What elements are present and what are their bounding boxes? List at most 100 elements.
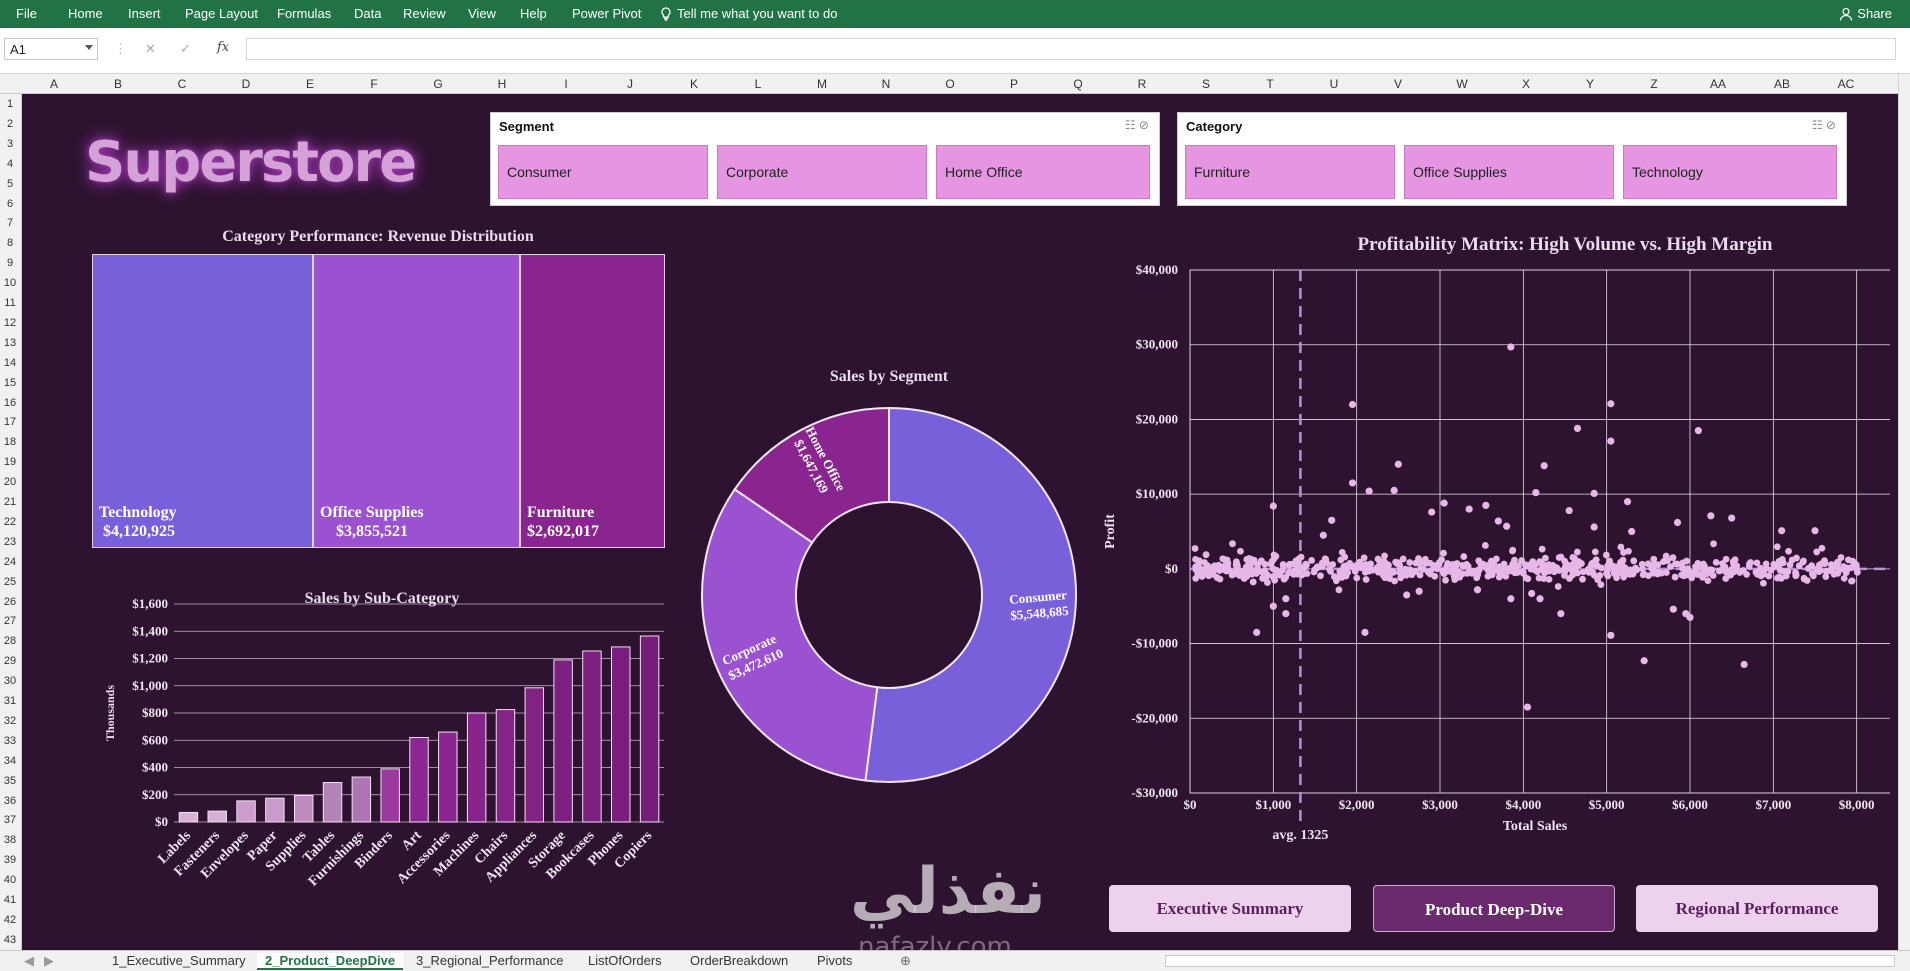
row-header[interactable]: 8 [0, 237, 20, 249]
column-header[interactable]: AA [1686, 77, 1750, 91]
column-header[interactable]: B [86, 77, 150, 91]
tab-home[interactable]: Home [68, 6, 103, 21]
column-header[interactable]: Y [1558, 77, 1622, 91]
column-header[interactable]: P [982, 77, 1046, 91]
column-header[interactable]: R [1110, 77, 1174, 91]
sheet-tab-executive-summary[interactable]: 1_Executive_Summary [112, 953, 246, 968]
row-header[interactable]: 18 [0, 436, 20, 448]
row-header[interactable]: 38 [0, 834, 20, 846]
column-header[interactable]: D [214, 77, 278, 91]
row-header[interactable]: 6 [0, 198, 20, 210]
tab-page-layout[interactable]: Page Layout [185, 6, 258, 21]
row-header[interactable]: 15 [0, 377, 20, 389]
enter-icon[interactable]: ✓ [180, 41, 191, 57]
column-header[interactable]: AB [1750, 77, 1814, 91]
sheet-tab-list-of-orders[interactable]: ListOfOrders [588, 953, 662, 968]
row-header[interactable]: 31 [0, 695, 20, 707]
tab-power-pivot[interactable]: Power Pivot [572, 6, 641, 21]
column-header[interactable]: A [22, 77, 86, 91]
slicer-item-office-supplies[interactable]: Office Supplies [1404, 145, 1614, 199]
row-header[interactable]: 27 [0, 615, 20, 627]
slicer-multiselect-icon[interactable]: ☷ ⊘ [1812, 118, 1836, 132]
row-header[interactable]: 40 [0, 874, 20, 886]
row-header[interactable]: 1 [0, 98, 20, 110]
column-header[interactable]: C [150, 77, 214, 91]
chevron-down-icon[interactable] [85, 45, 93, 50]
row-header[interactable]: 43 [0, 934, 20, 946]
row-header[interactable]: 11 [0, 297, 20, 309]
sheet-tab-order-breakdown[interactable]: OrderBreakdown [690, 953, 788, 968]
treemap-tile-office-supplies[interactable]: Office Supplies $3,855,521 [313, 254, 520, 548]
sheet-tab-regional-performance[interactable]: 3_Regional_Performance [416, 953, 563, 968]
share-button[interactable]: Share [1839, 6, 1892, 21]
row-header[interactable]: 17 [0, 416, 20, 428]
formula-input[interactable] [246, 38, 1896, 60]
row-header[interactable]: 21 [0, 496, 20, 508]
column-header[interactable]: AC [1814, 77, 1878, 91]
row-header[interactable]: 13 [0, 337, 20, 349]
tab-insert[interactable]: Insert [128, 6, 161, 21]
column-header[interactable]: J [598, 77, 662, 91]
row-header[interactable]: 32 [0, 715, 20, 727]
row-header[interactable]: 4 [0, 158, 20, 170]
cancel-icon[interactable]: ✕ [145, 41, 156, 57]
row-header[interactable]: 19 [0, 456, 20, 468]
column-header[interactable]: X [1494, 77, 1558, 91]
row-header[interactable]: 30 [0, 675, 20, 687]
nav-regional-performance-button[interactable]: Regional Performance [1636, 885, 1878, 932]
row-header[interactable]: 7 [0, 217, 20, 229]
nav-product-deep-dive-button[interactable]: Product Deep-Dive [1373, 885, 1615, 932]
row-header[interactable]: 36 [0, 795, 20, 807]
column-header[interactable]: F [342, 77, 406, 91]
row-header[interactable]: 3 [0, 138, 20, 150]
row-header[interactable]: 28 [0, 635, 20, 647]
row-header[interactable]: 33 [0, 735, 20, 747]
column-header[interactable]: N [854, 77, 918, 91]
tab-data[interactable]: Data [354, 6, 381, 21]
row-header[interactable]: 12 [0, 317, 20, 329]
treemap-tile-technology[interactable]: Technology $4,120,925 [92, 254, 313, 548]
row-header[interactable]: 20 [0, 476, 20, 488]
tab-review[interactable]: Review [403, 6, 446, 21]
column-header[interactable]: S [1174, 77, 1238, 91]
row-header[interactable]: 35 [0, 775, 20, 787]
horizontal-scrollbar[interactable] [1165, 955, 1895, 967]
tell-me-search[interactable]: Tell me what you want to do [660, 6, 837, 21]
insert-function-icon[interactable]: fx [217, 40, 229, 55]
tab-help[interactable]: Help [520, 6, 547, 21]
row-header[interactable]: 37 [0, 814, 20, 826]
column-header[interactable]: G [406, 77, 470, 91]
scroll-right-icon[interactable]: ▶ [44, 953, 54, 969]
row-header[interactable]: 14 [0, 357, 20, 369]
row-header[interactable]: 39 [0, 854, 20, 866]
column-header[interactable]: I [534, 77, 598, 91]
row-header[interactable]: 34 [0, 755, 20, 767]
column-header[interactable]: L [726, 77, 790, 91]
scroll-left-icon[interactable]: ◀ [24, 953, 34, 969]
column-header[interactable]: V [1366, 77, 1430, 91]
column-header[interactable]: T [1238, 77, 1302, 91]
row-header[interactable]: 29 [0, 655, 20, 667]
sheet-tab-product-deep-dive[interactable]: 2_Product_DeepDive [257, 953, 404, 970]
slicer-item-home-office[interactable]: Home Office [936, 145, 1150, 199]
column-header[interactable]: U [1302, 77, 1366, 91]
tab-formulas[interactable]: Formulas [277, 6, 331, 21]
row-header[interactable]: 42 [0, 914, 20, 926]
column-header[interactable]: Q [1046, 77, 1110, 91]
row-header[interactable]: 16 [0, 397, 20, 409]
column-header[interactable]: Z [1622, 77, 1686, 91]
row-header[interactable]: 5 [0, 178, 20, 190]
vertical-scrollbar[interactable] [1898, 74, 1910, 950]
row-header[interactable]: 10 [0, 277, 20, 289]
add-sheet-icon[interactable]: ⊕ [900, 953, 911, 969]
column-header[interactable]: W [1430, 77, 1494, 91]
slicer-item-consumer[interactable]: Consumer [498, 145, 708, 199]
slicer-item-corporate[interactable]: Corporate [717, 145, 927, 199]
row-header[interactable]: 25 [0, 576, 20, 588]
sheet-tab-pivots[interactable]: Pivots [817, 953, 852, 968]
treemap-tile-furniture[interactable]: Furniture $2,692,017 [520, 254, 665, 548]
tab-file[interactable]: File [16, 6, 37, 21]
row-header[interactable]: 9 [0, 257, 20, 269]
column-header[interactable]: K [662, 77, 726, 91]
name-box[interactable]: A1 [4, 38, 98, 60]
